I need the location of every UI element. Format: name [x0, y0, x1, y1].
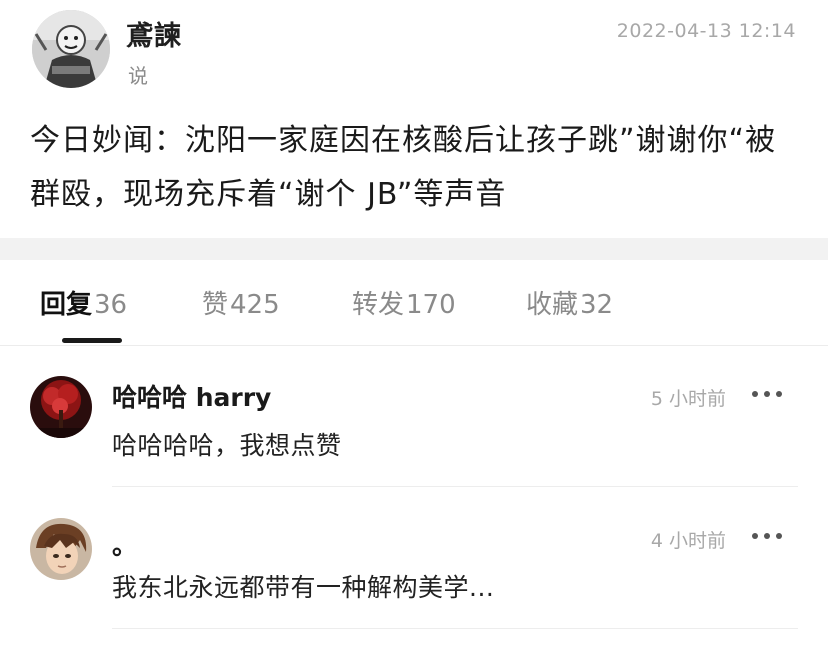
tab-count: 170: [406, 290, 456, 320]
author-name[interactable]: 鳶諫: [126, 14, 182, 53]
tab-count: 36: [94, 290, 128, 320]
red-tree-avatar-icon[interactable]: [30, 376, 92, 438]
tab-reposts[interactable]: 转发170: [352, 284, 456, 321]
more-dots-icon[interactable]: [750, 384, 784, 404]
comment-timestamp: 4 小时前: [650, 530, 726, 552]
post-header: 鳶諫 说 2022-04-13 12:14: [0, 0, 828, 100]
comment-separator: [112, 486, 798, 487]
tab-label: 收藏: [526, 290, 579, 320]
tab-replies[interactable]: 回复36: [40, 284, 127, 321]
comment-author-name[interactable]: 哈哈哈 harry: [112, 378, 271, 414]
tab-likes[interactable]: 赞425: [202, 284, 280, 321]
tab-count: 32: [580, 290, 614, 320]
tab-favorites[interactable]: 收藏32: [526, 284, 613, 321]
tab-label: 回复: [40, 290, 93, 320]
post-timestamp: 2022-04-13 12:14: [616, 20, 796, 42]
active-tab-indicator: [62, 338, 122, 343]
comment-item[interactable]: 。 4 小时前 我东北永远都带有一种解构美学...: [0, 490, 828, 630]
comment-text: 我东北永远都带有一种解构美学...: [112, 573, 495, 602]
anime-character-avatar-icon[interactable]: [30, 518, 92, 580]
comment-separator: [112, 628, 798, 629]
tab-label: 赞: [202, 290, 229, 320]
comment-author-name[interactable]: 。: [112, 526, 137, 562]
comment-timestamp: 5 小时前: [650, 388, 726, 410]
comment-text: 哈哈哈哈，我想点赞: [112, 431, 342, 460]
author-avatar-icon[interactable]: [32, 10, 110, 88]
comment-item[interactable]: 哈哈哈 harry 5 小时前 哈哈哈哈，我想点赞: [0, 350, 828, 490]
more-dots-icon[interactable]: [750, 526, 784, 546]
tab-count: 425: [230, 290, 280, 320]
author-subtitle: 说: [128, 64, 148, 88]
post-body-text: 今日妙闻：沈阳一家庭因在核酸后让孩子跳”谢谢你“被群殴，现场充斥着“谢个 JB”…: [30, 123, 777, 212]
section-divider: [0, 238, 828, 260]
interaction-tabs: 回复36 赞425 转发170 收藏32: [0, 262, 828, 346]
tab-label: 转发: [352, 290, 405, 320]
